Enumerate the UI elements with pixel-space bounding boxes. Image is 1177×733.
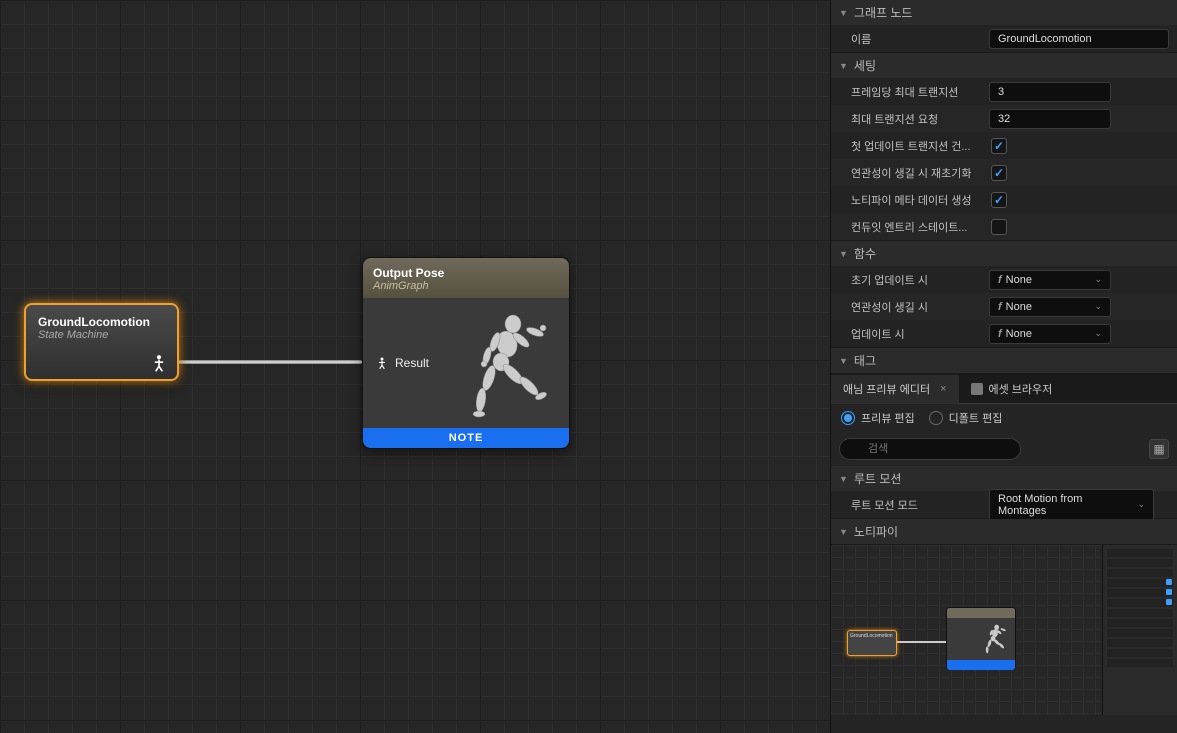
on-update-dropdown[interactable]: fNone ⌄ <box>989 324 1111 344</box>
triangle-down-icon: ▼ <box>839 61 848 71</box>
max-trans-req-input[interactable] <box>989 109 1111 129</box>
state-node-subtitle: State Machine <box>38 329 165 341</box>
row-on-initial-update: 초기 업데이트 시 fNone ⌄ <box>831 266 1177 293</box>
tab-anim-preview-editor[interactable]: 애님 프리뷰 에디터 × <box>831 375 959 404</box>
search-row: 🔍 ▦ <box>831 432 1177 466</box>
section-settings[interactable]: ▼ 세팅 <box>831 53 1177 78</box>
root-motion-mode-dropdown[interactable]: Root Motion from Montages ⌄ <box>989 489 1154 521</box>
first-update-trans-checkbox[interactable] <box>991 138 1007 154</box>
row-conduit-entry: 컨듀잇 엔트리 스테이트... <box>831 213 1177 240</box>
lower-tabs: 애님 프리뷰 에디터 × 에셋 브라우저 <box>831 374 1177 404</box>
radio-dot-icon <box>841 411 855 425</box>
thumbnail-wire <box>897 641 946 643</box>
radio-default-edit[interactable]: 디폴트 편집 <box>929 410 1003 426</box>
row-max-trans-req: 최대 트랜지션 요청 <box>831 105 1177 132</box>
output-node-header: Output Pose AnimGraph <box>363 258 569 298</box>
details-panel: ▼ 그래프 노드 이름 ▼ 세팅 프레임당 최대 트랜지션 최대 트랜지션 요청 <box>830 0 1177 733</box>
edit-mode-radios: 프리뷰 편집 디폴트 편집 <box>831 404 1177 432</box>
output-node-subtitle: AnimGraph <box>373 280 559 292</box>
row-name: 이름 <box>831 25 1177 52</box>
output-node-body: Result <box>363 298 569 428</box>
name-input[interactable] <box>989 29 1169 49</box>
triangle-down-icon: ▼ <box>839 474 848 484</box>
radio-preview-edit[interactable]: 프리뷰 편집 <box>841 410 915 426</box>
thumbnail-graph: GroundLocomotion <box>831 545 1102 715</box>
section-functions[interactable]: ▼ 함수 <box>831 241 1177 266</box>
row-max-trans-per-frame: 프레임당 최대 트랜지션 <box>831 78 1177 105</box>
chevron-down-icon: ⌄ <box>1094 328 1102 339</box>
triangle-down-icon: ▼ <box>839 356 848 366</box>
on-become-relevant-dropdown[interactable]: fNone ⌄ <box>989 297 1111 317</box>
row-reinit-relevancy: 연관성이 생길 시 재초기화 <box>831 159 1177 186</box>
person-icon[interactable] <box>149 353 169 373</box>
reinit-relevancy-checkbox[interactable] <box>991 165 1007 181</box>
state-machine-node[interactable]: GroundLocomotion State Machine <box>24 303 179 381</box>
close-icon[interactable]: × <box>940 383 946 395</box>
mannequin-icon <box>449 306 559 421</box>
graph-wire <box>177 360 362 364</box>
mannequin-icon <box>977 622 1011 656</box>
max-trans-per-frame-input[interactable] <box>989 82 1111 102</box>
section-graph-node[interactable]: ▼ 그래프 노드 <box>831 0 1177 25</box>
notify-meta-checkbox[interactable] <box>991 192 1007 208</box>
preview-thumbnail[interactable]: GroundLocomotion <box>831 545 1177 715</box>
output-pose-node[interactable]: Output Pose AnimGraph Result <box>362 257 570 449</box>
chevron-down-icon: ⌄ <box>1094 274 1102 285</box>
row-root-motion-mode: 루트 모션 모드 Root Motion from Montages ⌄ <box>831 491 1177 518</box>
triangle-down-icon: ▼ <box>839 8 848 18</box>
tab-asset-browser[interactable]: 에셋 브라우저 <box>959 375 1065 403</box>
triangle-down-icon: ▼ <box>839 249 848 259</box>
row-on-update: 업데이트 시 fNone ⌄ <box>831 320 1177 347</box>
row-on-become-relevant: 연관성이 생길 시 fNone ⌄ <box>831 293 1177 320</box>
search-input[interactable] <box>839 438 1021 460</box>
result-pin[interactable]: Result <box>363 356 429 370</box>
thumbnail-details-panel <box>1102 545 1177 715</box>
row-first-update-trans: 첫 업데이트 트랜지션 건... <box>831 132 1177 159</box>
person-icon <box>375 356 389 370</box>
row-notify-meta: 노티파이 메타 데이터 생성 <box>831 186 1177 213</box>
graph-canvas[interactable]: GroundLocomotion State Machine Output Po… <box>0 0 830 733</box>
grid-settings-button[interactable]: ▦ <box>1149 439 1169 459</box>
result-pin-label: Result <box>395 356 429 370</box>
thumbnail-output-node <box>946 607 1016 669</box>
output-node-note[interactable]: NOTE <box>363 428 569 448</box>
section-notify[interactable]: ▼ 노티파이 <box>831 519 1177 544</box>
output-node-title: Output Pose <box>373 266 559 280</box>
chevron-down-icon: ⌄ <box>1094 301 1102 312</box>
radio-dot-icon <box>929 411 943 425</box>
on-initial-update-dropdown[interactable]: fNone ⌄ <box>989 270 1111 290</box>
thumbnail-state-node: GroundLocomotion <box>847 630 897 656</box>
triangle-down-icon: ▼ <box>839 527 848 537</box>
chevron-down-icon: ⌄ <box>1137 499 1145 510</box>
asset-icon <box>971 383 983 395</box>
section-tag[interactable]: ▼ 태그 <box>831 348 1177 373</box>
section-root-motion[interactable]: ▼ 루트 모션 <box>831 466 1177 491</box>
state-node-title: GroundLocomotion <box>38 315 165 329</box>
conduit-entry-checkbox[interactable] <box>991 219 1007 235</box>
